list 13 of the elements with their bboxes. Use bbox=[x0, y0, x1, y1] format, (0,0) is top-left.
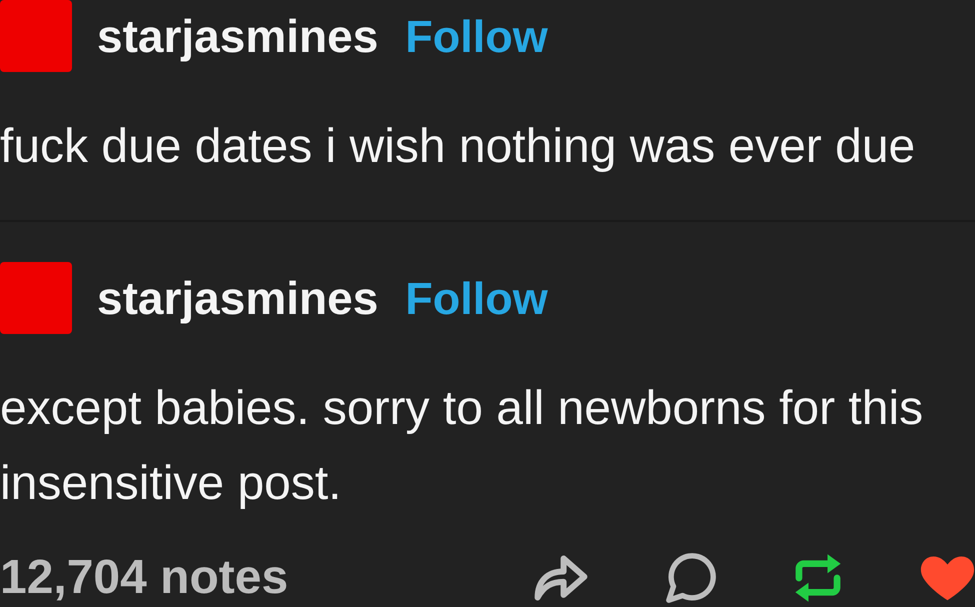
heart-icon[interactable] bbox=[920, 556, 975, 600]
avatar bbox=[0, 262, 72, 334]
username: starjasmines bbox=[97, 10, 378, 62]
comment-icon[interactable] bbox=[666, 553, 716, 603]
reblog-icon[interactable] bbox=[794, 553, 842, 603]
share-icon[interactable] bbox=[534, 554, 588, 602]
username: starjasmines bbox=[97, 272, 378, 324]
avatar bbox=[0, 0, 72, 72]
follow-button[interactable]: Follow bbox=[405, 274, 548, 324]
follow-button[interactable]: Follow bbox=[405, 12, 548, 62]
post-text: except babies. sorry to all newborns for this insensitive post. bbox=[0, 381, 924, 512]
post-text: fuck due dates i wish nothing was ever due bbox=[0, 119, 916, 175]
notes-count: 12,704 notes bbox=[0, 551, 288, 605]
